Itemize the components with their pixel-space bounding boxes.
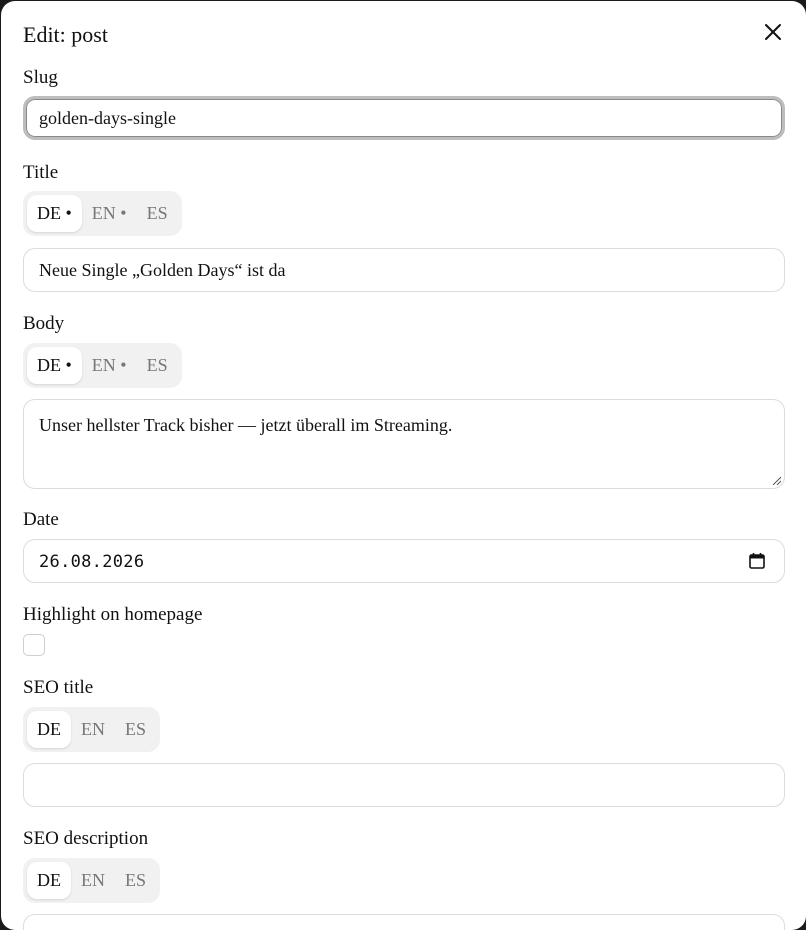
seo-description-tab-en[interactable]: EN (71, 862, 115, 899)
date-value: 26.08.2026 (39, 552, 145, 572)
title-tab-de[interactable]: DE • (27, 195, 82, 232)
title-tab-es[interactable]: ES (137, 195, 178, 232)
body-tab-de[interactable]: DE • (27, 347, 82, 384)
seo-title-input[interactable] (23, 763, 785, 807)
slug-input[interactable]: golden-days-single (23, 96, 785, 140)
body-textarea[interactable]: Unser hellster Track bisher — jetzt über… (23, 399, 785, 489)
dialog-title: Edit: post (23, 22, 108, 47)
date-input[interactable]: 26.08.2026 (23, 539, 785, 583)
date-label: Date (23, 509, 59, 530)
title-input[interactable]: Neue Single „Golden Days“ ist da (23, 248, 785, 292)
seo-description-tab-es[interactable]: ES (115, 862, 156, 899)
body-tab-en[interactable]: EN • (82, 347, 137, 384)
seo-description-tab-de[interactable]: DE (27, 862, 71, 899)
highlight-label: Highlight on homepage (23, 604, 203, 625)
title-label: Title (23, 162, 59, 183)
highlight-checkbox[interactable] (23, 634, 45, 656)
body-label: Body (23, 313, 65, 334)
seo-title-tab-de[interactable]: DE (27, 711, 71, 748)
seo-description-language-tabs: DE EN ES (23, 858, 161, 903)
seo-description-label: SEO description (23, 828, 149, 849)
title-language-tabs: DE • EN • ES (23, 191, 182, 236)
calendar-icon[interactable] (748, 552, 766, 570)
body-text: Unser hellster Track bisher — jetzt über… (39, 415, 453, 435)
body-language-tabs: DE • EN • ES (23, 343, 182, 388)
edit-post-dialog: Edit: post Slug golden-days-single Title… (1, 1, 806, 930)
seo-title-tab-es[interactable]: ES (115, 711, 156, 748)
slug-label: Slug (23, 67, 58, 88)
close-icon (765, 24, 781, 40)
body-tab-es[interactable]: ES (137, 347, 178, 384)
title-tab-en[interactable]: EN • (82, 195, 137, 232)
seo-title-tab-en[interactable]: EN (71, 711, 115, 748)
seo-description-input[interactable] (23, 914, 785, 930)
seo-title-label: SEO title (23, 677, 94, 698)
seo-title-language-tabs: DE EN ES (23, 707, 161, 752)
resize-grip-icon[interactable] (771, 475, 781, 485)
close-button[interactable] (762, 21, 784, 43)
dialog-header: Edit: post (23, 21, 784, 51)
